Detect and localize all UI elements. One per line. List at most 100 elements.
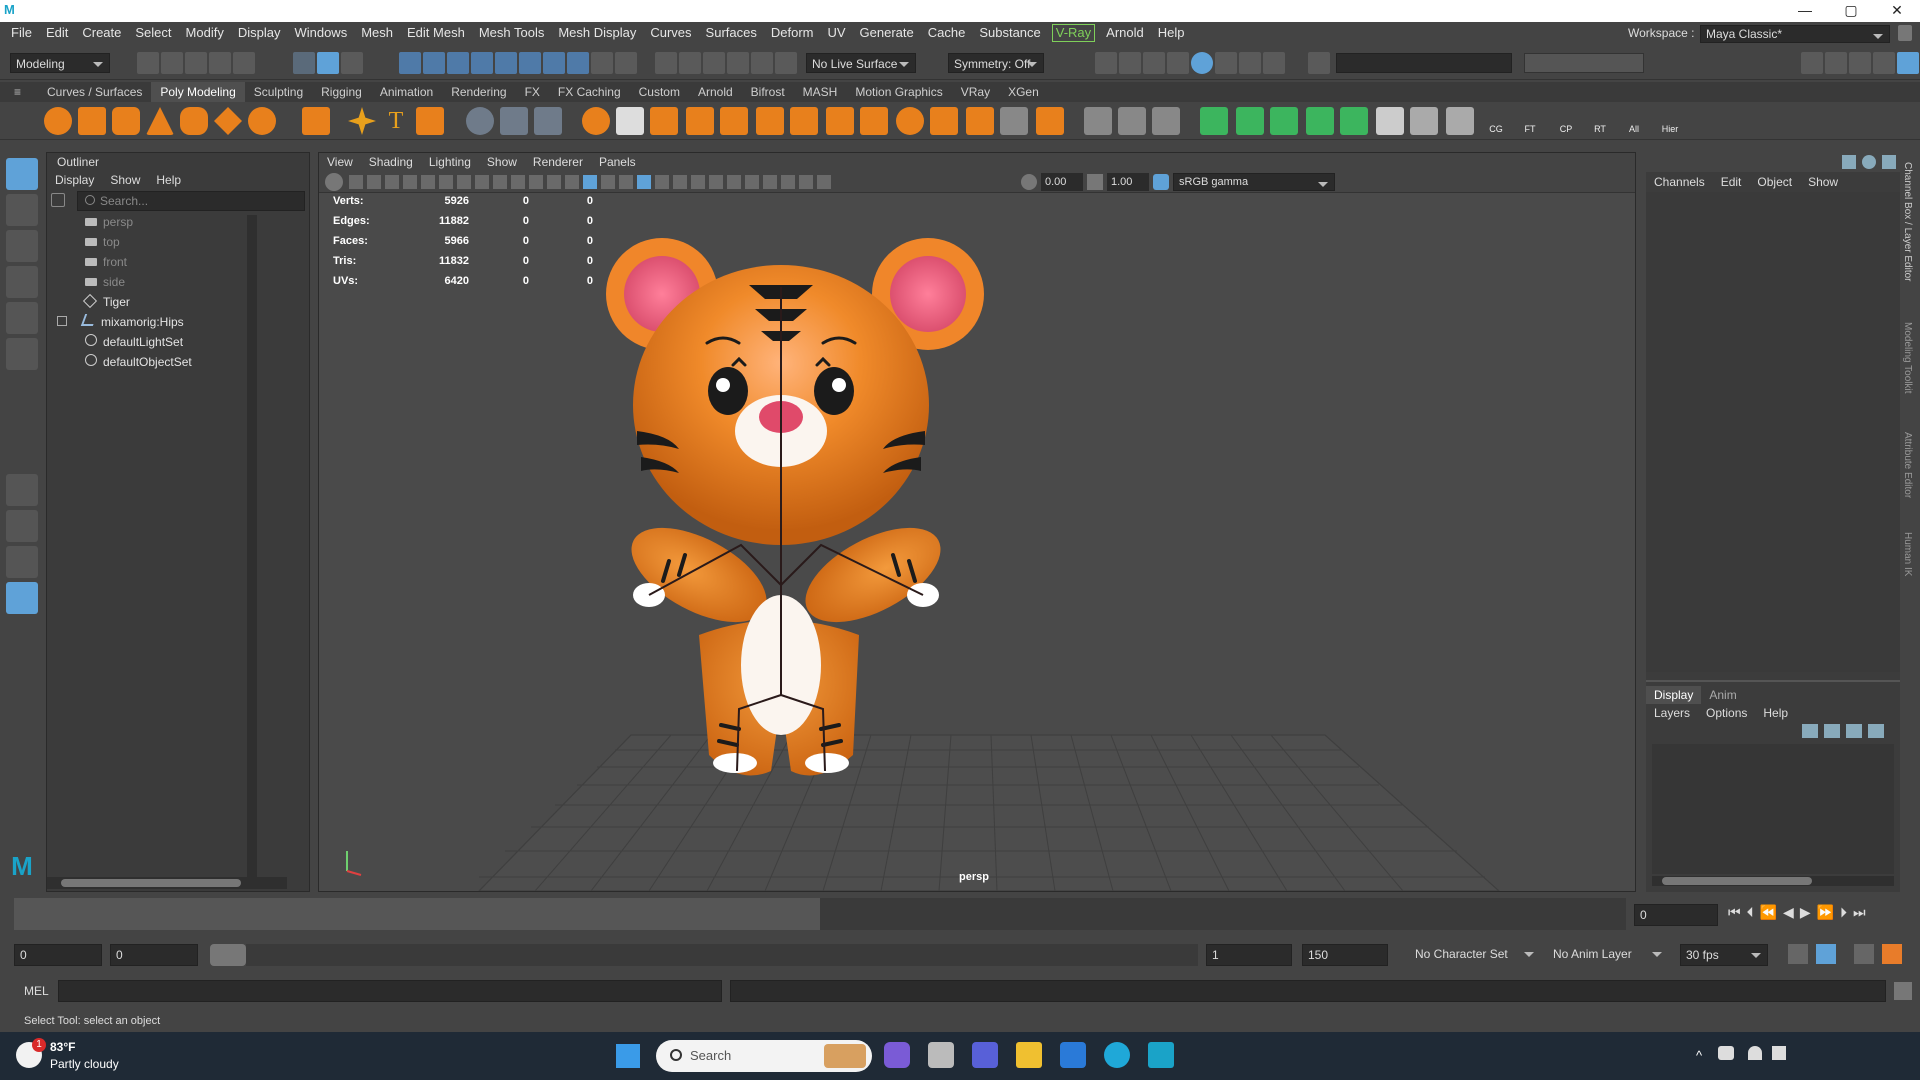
arnold-render-icon[interactable] — [1239, 52, 1261, 74]
character-icon[interactable] — [1882, 944, 1902, 964]
platonic-solid-icon[interactable] — [302, 107, 330, 135]
menu-mesh-display[interactable]: Mesh Display — [551, 22, 643, 44]
menu-arnold[interactable]: Arnold — [1099, 22, 1151, 44]
close-button[interactable]: ✕ — [1874, 0, 1920, 22]
move-tool-icon[interactable] — [6, 266, 38, 298]
shelf-label-ft[interactable]: FT — [1516, 107, 1544, 135]
onedrive-icon[interactable] — [1718, 1046, 1735, 1060]
exposure-icon[interactable] — [1021, 174, 1037, 190]
lock-selection-icon[interactable] — [591, 52, 613, 74]
select-object-icon[interactable] — [317, 52, 339, 74]
poly-cone-icon[interactable] — [146, 107, 174, 135]
image-plane-icon[interactable] — [385, 175, 399, 189]
attribute-editor-icon[interactable] — [1825, 52, 1847, 74]
outliner-scrollbar[interactable] — [247, 215, 257, 885]
wireframe-icon[interactable] — [565, 175, 579, 189]
menu-substance[interactable]: Substance — [972, 22, 1047, 44]
xray-components-icon[interactable] — [817, 175, 831, 189]
select-hierarchy-icon[interactable] — [293, 52, 315, 74]
shelf-label-cg[interactable]: CG — [1482, 107, 1510, 135]
menu-help[interactable]: Help — [1151, 22, 1192, 44]
bridge-icon[interactable] — [826, 107, 854, 135]
outliner-menu-display[interactable]: Display — [47, 171, 102, 189]
bevel-icon[interactable] — [860, 107, 888, 135]
dock-icon[interactable] — [1842, 155, 1856, 169]
safe-title-icon[interactable] — [547, 175, 561, 189]
scroll-thumb[interactable] — [61, 879, 241, 887]
vray-proxy-icon[interactable] — [1306, 107, 1334, 135]
outliner-layout-icon[interactable] — [6, 582, 38, 614]
shelf-label-all[interactable]: All — [1620, 107, 1648, 135]
show-menu[interactable]: Show — [1800, 172, 1846, 192]
filter-icon[interactable] — [51, 193, 65, 207]
layer-editor-icon[interactable] — [1897, 52, 1919, 74]
outliner-item-tiger[interactable]: Tiger — [82, 293, 130, 311]
anim-layer-dropdown[interactable]: No Anim Layer — [1548, 944, 1668, 966]
menu-modify[interactable]: Modify — [179, 22, 231, 44]
file-explorer-icon[interactable] — [1016, 1042, 1042, 1068]
snap-point-icon[interactable] — [447, 52, 469, 74]
vray-tools-icon[interactable] — [1446, 107, 1474, 135]
playback-end-field[interactable]: 1 — [1206, 944, 1292, 966]
shelf-tab-fx-caching[interactable]: FX Caching — [549, 82, 630, 102]
super-shape-icon[interactable] — [348, 107, 376, 135]
isolate-select-icon[interactable] — [763, 175, 777, 189]
layer-list[interactable] — [1652, 744, 1894, 874]
hypershade-icon[interactable] — [1191, 52, 1213, 74]
mel-input[interactable] — [58, 980, 722, 1002]
viewport-menu-panels[interactable]: Panels — [591, 153, 644, 171]
character-set-dropdown[interactable]: No Character Set — [1410, 944, 1540, 966]
object-menu[interactable]: Object — [1749, 172, 1800, 192]
2d-pan-zoom-icon[interactable] — [403, 175, 417, 189]
menu-mesh-tools[interactable]: Mesh Tools — [472, 22, 552, 44]
outliner-item-mixamorig-hips[interactable]: mixamorig:Hips — [57, 313, 184, 331]
shelf-tab-vray[interactable]: VRay — [952, 82, 999, 102]
snap-live-icon[interactable] — [543, 52, 565, 74]
offset-edge-icon[interactable] — [1152, 107, 1180, 135]
redo-icon[interactable] — [233, 52, 255, 74]
field-chart-icon[interactable] — [511, 175, 525, 189]
side-tab-channel-box[interactable]: Channel Box / Layer Editor — [1902, 162, 1913, 312]
outliner-item-default-object-set[interactable]: defaultObjectSet — [85, 353, 192, 371]
help-icon[interactable] — [567, 52, 589, 74]
step-forward-icon[interactable]: ⏵ — [1840, 904, 1853, 920]
viewport-menu-show[interactable]: Show — [479, 153, 525, 171]
shelf-tab-rigging[interactable]: Rigging — [312, 82, 371, 102]
rotate-tool-icon[interactable] — [6, 302, 38, 334]
shelf-tab-arnold[interactable]: Arnold — [689, 82, 742, 102]
poly-torus-icon[interactable] — [180, 107, 208, 135]
menu-surfaces[interactable]: Surfaces — [699, 22, 764, 44]
snap-grid-icon[interactable] — [399, 52, 421, 74]
wireframe-on-shaded-icon[interactable] — [619, 175, 633, 189]
move-layer-up-icon[interactable] — [1802, 724, 1818, 738]
shelf-tab-animation[interactable]: Animation — [371, 82, 442, 102]
shelf-tab-bifrost[interactable]: Bifrost — [742, 82, 794, 102]
shelf-tab-mash[interactable]: MASH — [794, 82, 847, 102]
store-icon[interactable] — [1060, 1042, 1086, 1068]
outliner-h-scrollbar[interactable] — [47, 877, 287, 889]
input-line-field[interactable] — [1336, 53, 1512, 73]
append-icon[interactable] — [930, 107, 958, 135]
remesh-icon[interactable] — [720, 107, 748, 135]
side-tab-modeling-toolkit[interactable]: Modeling Toolkit — [1902, 322, 1913, 422]
maya-taskbar-icon[interactable] — [1148, 1042, 1174, 1068]
lasso-tool-icon[interactable] — [6, 194, 38, 226]
layer-h-scrollbar[interactable] — [1652, 876, 1894, 886]
go-to-start-icon[interactable]: ⏮ — [1728, 904, 1747, 920]
expand-icon[interactable] — [57, 316, 67, 326]
render-settings-icon[interactable] — [1167, 52, 1189, 74]
vray-fur-icon[interactable] — [1340, 107, 1368, 135]
symmetry-dropdown[interactable]: Symmetry: Off — [948, 53, 1044, 73]
make-live-icon[interactable] — [519, 52, 541, 74]
ipr-render-icon[interactable] — [1143, 52, 1165, 74]
persp-outliner-layout-icon[interactable] — [6, 546, 38, 578]
outliner-menu-help[interactable]: Help — [148, 171, 189, 189]
xray-joints-icon[interactable] — [799, 175, 813, 189]
shelf-tab-curves-surfaces[interactable]: Curves / Surfaces — [38, 82, 151, 102]
vray-mtl-icon[interactable] — [1200, 107, 1228, 135]
menu-cache[interactable]: Cache — [921, 22, 973, 44]
type-tool-icon[interactable]: T — [382, 107, 410, 135]
ambient-occlusion-icon[interactable] — [691, 175, 705, 189]
colorspace-dropdown[interactable]: sRGB gamma — [1173, 173, 1335, 191]
svg-tool-icon[interactable] — [416, 107, 444, 135]
